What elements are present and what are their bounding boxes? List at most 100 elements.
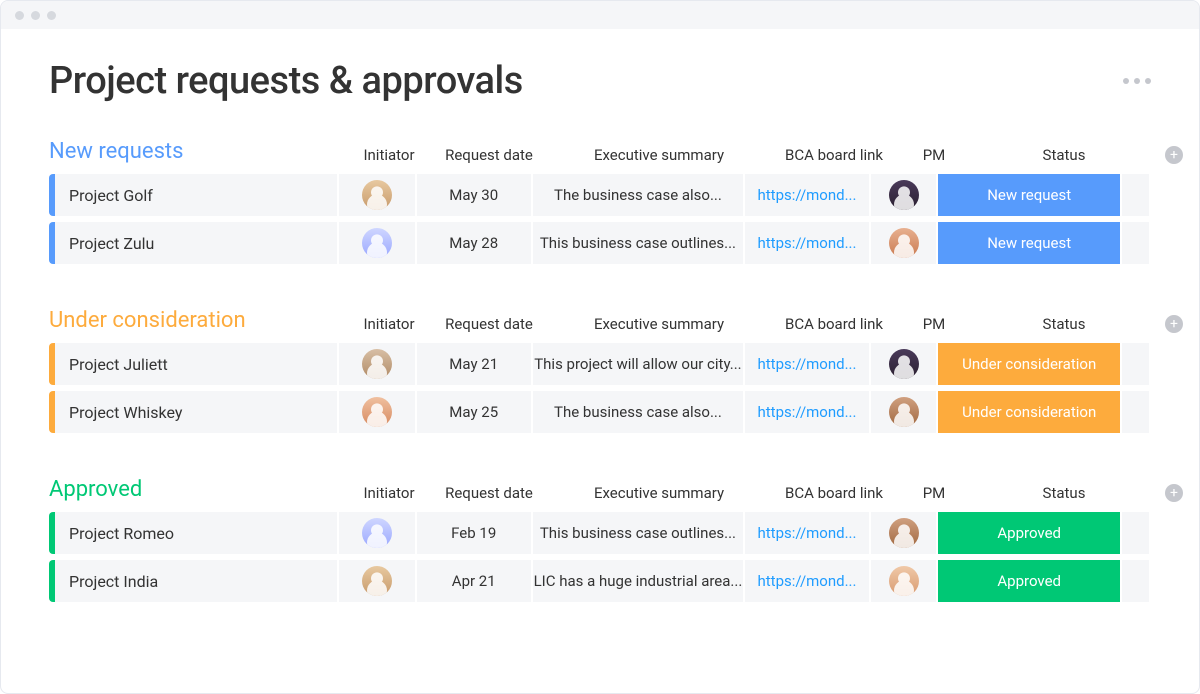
add-column-button[interactable]: + (1159, 145, 1189, 164)
cell-initiator[interactable] (339, 512, 416, 554)
table-row[interactable]: Project India Apr 21LIC has a huge indust… (49, 560, 1151, 602)
cell-request-date[interactable]: May 30 (417, 174, 533, 216)
row-name-cell[interactable]: Project Whiskey (55, 391, 339, 433)
cell-bca-link[interactable]: https://mond... (745, 222, 871, 264)
cell-status[interactable]: New request (938, 222, 1122, 264)
table-row[interactable]: Project Romeo Feb 19This business case ou… (49, 512, 1151, 554)
column-header-initiator[interactable]: Initiator (349, 484, 429, 502)
avatar (362, 228, 392, 258)
avatar (362, 180, 392, 210)
column-header-pm[interactable]: PM (899, 315, 969, 333)
cell-trailing (1122, 222, 1151, 264)
column-headers: InitiatorRequest dateExecutive summaryBC… (349, 145, 1189, 164)
column-header-initiator[interactable]: Initiator (349, 315, 429, 333)
avatar (889, 228, 919, 258)
cell-initiator[interactable] (339, 222, 416, 264)
cell-status[interactable]: Approved (938, 512, 1122, 554)
more-menu-icon[interactable] (1123, 78, 1151, 84)
window-dot (15, 11, 24, 20)
avatar (362, 518, 392, 548)
column-header-request-date[interactable]: Request date (429, 146, 549, 164)
plus-icon: + (1165, 146, 1183, 164)
cell-summary[interactable]: This business case outlines... (533, 222, 746, 264)
cell-request-date[interactable]: May 25 (417, 391, 533, 433)
cell-bca-link[interactable]: https://mond... (745, 560, 871, 602)
cell-trailing (1122, 512, 1151, 554)
add-column-button[interactable]: + (1159, 314, 1189, 333)
column-header-pm[interactable]: PM (899, 484, 969, 502)
cell-bca-link[interactable]: https://mond... (745, 343, 871, 385)
cell-initiator[interactable] (339, 174, 416, 216)
avatar (889, 397, 919, 427)
cell-request-date[interactable]: May 21 (417, 343, 533, 385)
page-title: Project requests & approvals (49, 59, 523, 103)
avatar (889, 518, 919, 548)
column-header-summary[interactable]: Executive summary (549, 484, 769, 502)
group-title[interactable]: Approved (49, 477, 349, 502)
cell-request-date[interactable]: May 28 (417, 222, 533, 264)
cell-initiator[interactable] (339, 391, 416, 433)
column-headers: InitiatorRequest dateExecutive summaryBC… (349, 483, 1189, 502)
row-name-cell[interactable]: Project Romeo (55, 512, 339, 554)
avatar (889, 566, 919, 596)
column-header-status[interactable]: Status (969, 146, 1159, 164)
window-dot (31, 11, 40, 20)
cell-initiator[interactable] (339, 343, 416, 385)
column-header-summary[interactable]: Executive summary (549, 315, 769, 333)
cell-pm[interactable] (871, 174, 939, 216)
group-under: Under considerationInitiatorRequest date… (49, 308, 1151, 433)
cell-request-date[interactable]: Feb 19 (417, 512, 533, 554)
cell-summary[interactable]: This project will allow our city... (533, 343, 746, 385)
cell-pm[interactable] (871, 222, 939, 264)
cell-initiator[interactable] (339, 560, 416, 602)
add-column-button[interactable]: + (1159, 483, 1189, 502)
table-row[interactable]: Project Juliett May 21This project will a… (49, 343, 1151, 385)
cell-status[interactable]: New request (938, 174, 1122, 216)
table-row[interactable]: Project Zulu May 28This business case out… (49, 222, 1151, 264)
cell-request-date[interactable]: Apr 21 (417, 560, 533, 602)
table-row[interactable]: Project Golf May 30The business case also… (49, 174, 1151, 216)
cell-pm[interactable] (871, 343, 939, 385)
group-approved: ApprovedInitiatorRequest dateExecutive s… (49, 477, 1151, 602)
avatar (889, 180, 919, 210)
column-header-status[interactable]: Status (969, 484, 1159, 502)
row-name-cell[interactable]: Project India (55, 560, 339, 602)
row-name-cell[interactable]: Project Golf (55, 174, 339, 216)
column-header-bca-link[interactable]: BCA board link (769, 146, 899, 164)
column-header-status[interactable]: Status (969, 315, 1159, 333)
cell-summary[interactable]: The business case also... (533, 391, 746, 433)
cell-pm[interactable] (871, 391, 939, 433)
cell-summary[interactable]: LIC has a huge industrial area... (533, 560, 746, 602)
cell-status[interactable]: Under consideration (938, 343, 1122, 385)
cell-pm[interactable] (871, 560, 939, 602)
column-header-bca-link[interactable]: BCA board link (769, 315, 899, 333)
row-name-cell[interactable]: Project Juliett (55, 343, 339, 385)
column-header-request-date[interactable]: Request date (429, 484, 549, 502)
column-headers: InitiatorRequest dateExecutive summaryBC… (349, 314, 1189, 333)
column-header-pm[interactable]: PM (899, 146, 969, 164)
cell-trailing (1122, 391, 1151, 433)
cell-status[interactable]: Under consideration (938, 391, 1122, 433)
plus-icon: + (1165, 315, 1183, 333)
row-name-cell[interactable]: Project Zulu (55, 222, 339, 264)
cell-summary[interactable]: This business case outlines... (533, 512, 746, 554)
avatar (362, 566, 392, 596)
group-title[interactable]: Under consideration (49, 308, 349, 333)
column-header-initiator[interactable]: Initiator (349, 146, 429, 164)
cell-pm[interactable] (871, 512, 939, 554)
cell-trailing (1122, 174, 1151, 216)
avatar (362, 349, 392, 379)
cell-bca-link[interactable]: https://mond... (745, 391, 871, 433)
column-header-summary[interactable]: Executive summary (549, 146, 769, 164)
cell-bca-link[interactable]: https://mond... (745, 512, 871, 554)
cell-summary[interactable]: The business case also... (533, 174, 746, 216)
cell-bca-link[interactable]: https://mond... (745, 174, 871, 216)
plus-icon: + (1165, 484, 1183, 502)
cell-status[interactable]: Approved (938, 560, 1122, 602)
column-header-bca-link[interactable]: BCA board link (769, 484, 899, 502)
column-header-request-date[interactable]: Request date (429, 315, 549, 333)
avatar (889, 349, 919, 379)
group-title[interactable]: New requests (49, 139, 349, 164)
table-row[interactable]: Project Whiskey May 25The business case a… (49, 391, 1151, 433)
avatar (362, 397, 392, 427)
